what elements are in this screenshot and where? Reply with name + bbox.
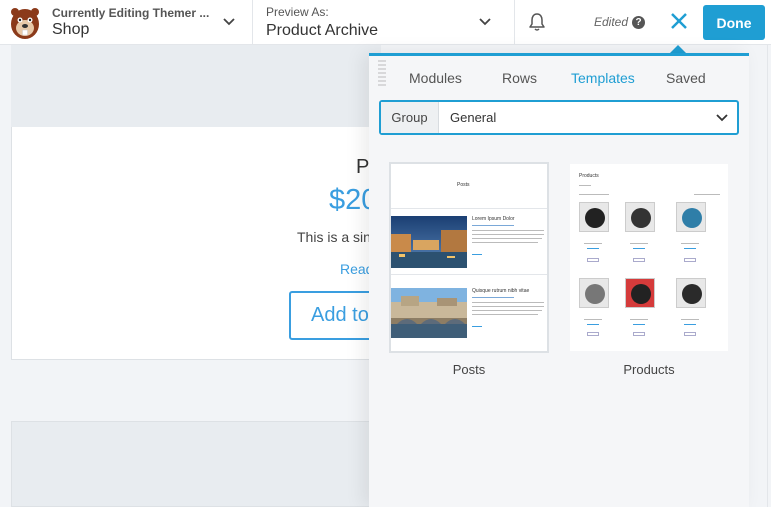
chevron-down-icon bbox=[479, 17, 491, 25]
product-name bbox=[681, 243, 699, 244]
post1-text bbox=[472, 242, 538, 243]
product-item bbox=[676, 202, 706, 232]
product-price bbox=[587, 248, 599, 249]
edit-status-label: Edited bbox=[594, 15, 629, 29]
product-name bbox=[584, 319, 602, 320]
product-button bbox=[633, 258, 645, 262]
product-price bbox=[633, 248, 645, 249]
chevron-down-icon bbox=[716, 113, 728, 121]
products-sort bbox=[694, 194, 720, 195]
posts-preview-heading: Posts bbox=[457, 182, 470, 188]
product-description: This is a sin bbox=[297, 229, 371, 245]
template-thumbnail-posts[interactable]: Posts Lorem Ipsum Dolor Quisque rutrum n… bbox=[389, 162, 549, 353]
product-button bbox=[587, 258, 599, 262]
preview-value: Product Archive bbox=[266, 21, 379, 39]
bridge-photo bbox=[391, 288, 467, 338]
product-price bbox=[684, 324, 696, 325]
post2-text bbox=[472, 306, 544, 307]
top-bar: Currently Editing Themer ... Shop Previe… bbox=[0, 0, 771, 45]
product-item bbox=[625, 202, 655, 232]
product-name bbox=[584, 243, 602, 244]
page-row-top bbox=[11, 45, 381, 127]
product-button bbox=[587, 332, 599, 336]
preview-caption: Preview As: bbox=[266, 4, 329, 19]
tab-rows[interactable]: Rows bbox=[502, 70, 537, 86]
preview-divider bbox=[391, 274, 547, 275]
product-button bbox=[633, 332, 645, 336]
product-title[interactable]: P bbox=[356, 156, 369, 179]
venice-photo bbox=[391, 216, 467, 268]
notifications-bell-icon[interactable] bbox=[527, 12, 547, 32]
preview-as-selector[interactable]: Preview As: Product Archive bbox=[253, 0, 515, 45]
products-preview-heading: Products bbox=[579, 173, 599, 179]
product-name bbox=[681, 319, 699, 320]
editing-caption: Currently Editing Themer ... bbox=[52, 5, 210, 20]
product-price bbox=[633, 324, 645, 325]
tab-modules[interactable]: Modules bbox=[409, 70, 462, 86]
product-item bbox=[676, 278, 706, 308]
template-label-posts[interactable]: Posts bbox=[389, 362, 549, 377]
post1-text bbox=[472, 238, 542, 239]
product-price bbox=[684, 248, 696, 249]
product-item bbox=[625, 278, 655, 308]
post2-text bbox=[472, 310, 542, 311]
post2-meta bbox=[472, 297, 514, 298]
products-result-count bbox=[579, 194, 609, 195]
post1-text bbox=[472, 234, 544, 235]
group-select[interactable]: Group General bbox=[379, 100, 739, 135]
product-name bbox=[630, 243, 648, 244]
help-icon: ? bbox=[632, 15, 646, 29]
post2-text bbox=[472, 314, 538, 315]
tab-saved[interactable]: Saved bbox=[666, 70, 706, 86]
group-select-label: Group bbox=[381, 102, 439, 133]
edit-status[interactable]: Edited ? bbox=[594, 15, 646, 29]
post1-readmore bbox=[472, 254, 482, 255]
preview-divider bbox=[391, 208, 547, 209]
page-edge-divider bbox=[767, 45, 768, 507]
done-button[interactable]: Done bbox=[703, 5, 765, 40]
product-button bbox=[684, 258, 696, 262]
editing-info: Currently Editing Themer ... Shop bbox=[52, 7, 209, 38]
editing-selector[interactable]: Currently Editing Themer ... Shop bbox=[0, 0, 253, 45]
product-item bbox=[579, 202, 609, 232]
template-label-products[interactable]: Products bbox=[570, 362, 728, 377]
panel-tabs: Modules Rows Templates Saved bbox=[369, 68, 749, 90]
post1-text bbox=[472, 230, 544, 231]
product-name bbox=[630, 319, 648, 320]
products-breadcrumb bbox=[579, 185, 591, 186]
tab-templates[interactable]: Templates bbox=[571, 70, 635, 86]
post1-title: Lorem Ipsum Dolor bbox=[472, 216, 515, 222]
group-select-value: General bbox=[450, 110, 497, 125]
editing-value: Shop bbox=[52, 20, 90, 38]
close-icon[interactable] bbox=[669, 10, 689, 32]
product-item bbox=[579, 278, 609, 308]
chevron-down-icon bbox=[223, 17, 235, 25]
post2-readmore bbox=[472, 326, 482, 327]
panel-pointer bbox=[670, 45, 686, 53]
product-price bbox=[587, 324, 599, 325]
page-row-bottom bbox=[11, 421, 381, 507]
post1-meta bbox=[472, 225, 514, 226]
product-button bbox=[684, 332, 696, 336]
beaver-logo-icon bbox=[11, 8, 39, 39]
template-thumbnail-products[interactable]: Products bbox=[570, 164, 728, 351]
post2-text bbox=[472, 302, 544, 303]
post2-title: Quisque rutrum nibh vitae bbox=[472, 288, 530, 294]
